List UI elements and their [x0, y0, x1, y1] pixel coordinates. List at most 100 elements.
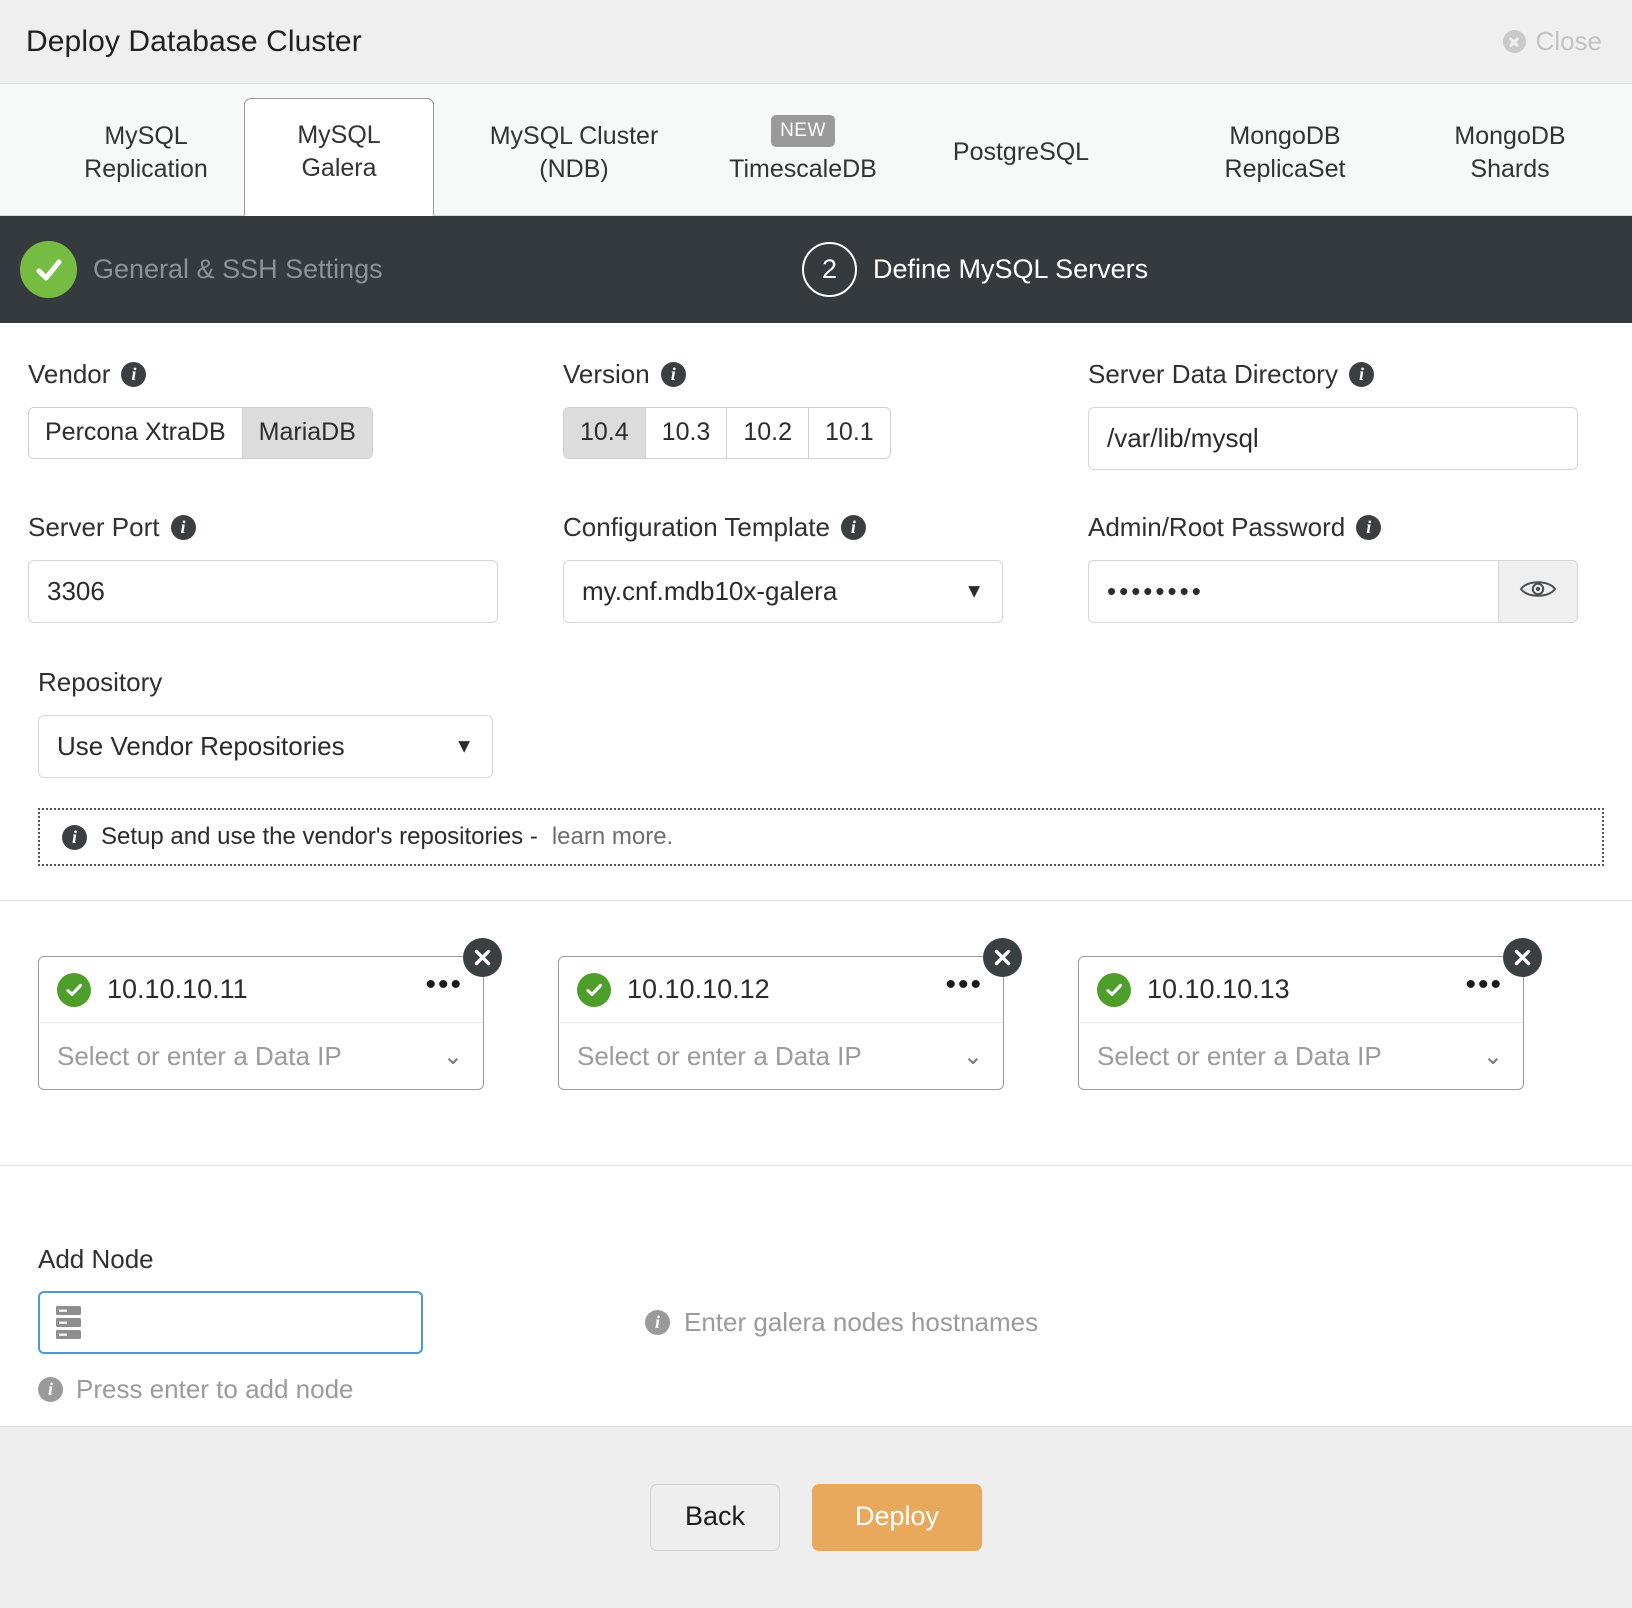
- node-card: 10.10.10.13 ••• Select or enter a Data I…: [1078, 938, 1542, 1090]
- field-server-port: Server Port i: [28, 512, 563, 623]
- tab-mysql-replication[interactable]: MySQL Replication: [56, 100, 236, 215]
- add-node-helper: i Press enter to add node: [38, 1374, 1604, 1405]
- info-icon[interactable]: i: [121, 362, 147, 387]
- step-general-ssh-settings[interactable]: General & SSH Settings: [20, 241, 383, 298]
- close-button[interactable]: Close: [1502, 26, 1602, 57]
- version-option-10-2[interactable]: 10.2: [727, 408, 810, 458]
- toggle-password-visibility-button[interactable]: [1498, 560, 1578, 623]
- step-number: 2: [802, 242, 857, 297]
- chevron-down-icon: ⌄: [1482, 1042, 1503, 1070]
- node-data-ip-select[interactable]: Select or enter a Data IP ⌄: [39, 1023, 483, 1089]
- version-label-row: Version i: [563, 359, 1062, 390]
- add-node-helper-text: Press enter to add node: [76, 1374, 354, 1404]
- vendor-label: Vendor: [28, 359, 111, 389]
- cluster-type-tabs: MySQL Replication MySQL Galera MySQL Clu…: [0, 84, 1632, 216]
- vendor-option-mariadb[interactable]: MariaDB: [242, 408, 372, 458]
- info-icon[interactable]: i: [1348, 362, 1374, 387]
- add-node-hint-text: Enter galera nodes hostnames: [684, 1307, 1039, 1337]
- tab-timescaledb[interactable]: NEW TimescaleDB: [708, 100, 898, 215]
- tab-label-line1: MongoDB: [1229, 121, 1341, 150]
- field-repository: Repository Use Vendor Repositories ▼: [0, 623, 1632, 778]
- remove-node-button[interactable]: [1503, 938, 1542, 977]
- tab-mongodb-replicaset[interactable]: MongoDB ReplicaSet: [1190, 100, 1380, 215]
- form-row-1: Vendor i Percona XtraDB MariaDB Version …: [0, 323, 1632, 470]
- info-icon[interactable]: i: [660, 362, 686, 387]
- node-options-menu-button[interactable]: •••: [945, 970, 983, 1002]
- info-icon: i: [62, 824, 87, 850]
- tab-label-line1: TimescaleDB: [729, 155, 877, 184]
- node-ip-label: 10.10.10.12: [627, 974, 770, 1004]
- info-icon[interactable]: i: [1356, 515, 1382, 540]
- step-define-mysql-servers[interactable]: 2 Define MySQL Servers: [802, 242, 1148, 297]
- node-card-header: 10.10.10.12 •••: [559, 957, 1003, 1023]
- info-icon[interactable]: i: [840, 515, 866, 540]
- chevron-down-icon: ⌄: [962, 1042, 983, 1070]
- vendor-segmented-control: Percona XtraDB MariaDB: [28, 407, 373, 459]
- config-template-label: Configuration Template: [563, 512, 830, 542]
- config-template-label-row: Configuration Template i: [563, 512, 1062, 543]
- version-label: Version: [563, 359, 650, 389]
- repository-select-wrap: Use Vendor Repositories ▼: [38, 715, 493, 778]
- info-icon: i: [645, 1310, 670, 1335]
- eye-icon: [1519, 576, 1557, 607]
- node-card: 10.10.10.11 ••• Select or enter a Data I…: [38, 938, 502, 1090]
- wizard-footer: Back Deploy: [0, 1426, 1632, 1608]
- node-options-menu-button[interactable]: •••: [425, 970, 463, 1002]
- check-icon: [20, 241, 77, 298]
- node-data-ip-select[interactable]: Select or enter a Data IP ⌄: [559, 1023, 1003, 1089]
- tab-label-line2: Shards: [1470, 155, 1550, 183]
- repository-notice: i Setup and use the vendor's repositorie…: [38, 808, 1604, 866]
- page-title: Deploy Database Cluster: [26, 24, 362, 58]
- tab-label-line1: MySQL Cluster: [489, 121, 659, 150]
- admin-password-group: [1088, 560, 1578, 623]
- remove-node-button[interactable]: [463, 938, 502, 977]
- back-button[interactable]: Back: [649, 1484, 780, 1551]
- field-configuration-template: Configuration Template i my.cnf.mdb10x-g…: [563, 512, 1088, 623]
- admin-password-label-row: Admin/Root Password i: [1088, 512, 1578, 543]
- vendor-label-row: Vendor i: [28, 359, 537, 390]
- server-data-directory-input[interactable]: [1088, 407, 1578, 470]
- node-options-menu-button[interactable]: •••: [1465, 970, 1503, 1002]
- add-node-input[interactable]: [38, 1291, 423, 1354]
- deploy-button[interactable]: Deploy: [811, 1484, 983, 1551]
- version-segmented-control: 10.4 10.3 10.2 10.1: [563, 407, 891, 459]
- repository-label: Repository: [38, 667, 163, 697]
- node-ip-label: 10.10.10.11: [107, 974, 248, 1004]
- node-data-ip-placeholder: Select or enter a Data IP: [57, 1040, 342, 1071]
- status-ok-icon: [1097, 972, 1131, 1007]
- remove-node-button[interactable]: [983, 938, 1022, 977]
- chevron-down-icon: ⌄: [442, 1042, 463, 1070]
- data-directory-label-row: Server Data Directory i: [1088, 359, 1578, 390]
- node-data-ip-placeholder: Select or enter a Data IP: [1097, 1040, 1382, 1071]
- tab-postgresql[interactable]: PostgreSQL: [926, 100, 1116, 215]
- tab-mysql-cluster-ndb[interactable]: MySQL Cluster (NDB): [474, 100, 674, 215]
- node-card-header: 10.10.10.13 •••: [1079, 957, 1523, 1023]
- wizard-body: Vendor i Percona XtraDB MariaDB Version …: [0, 323, 1632, 1405]
- version-option-10-4[interactable]: 10.4: [564, 408, 646, 458]
- version-option-10-3[interactable]: 10.3: [645, 408, 728, 458]
- close-button-label: Close: [1535, 26, 1602, 56]
- info-icon[interactable]: i: [170, 515, 196, 540]
- server-port-label: Server Port: [28, 512, 160, 542]
- field-version: Version i 10.4 10.3 10.2 10.1: [563, 359, 1088, 470]
- tab-mongodb-shards[interactable]: MongoDB Shards: [1420, 100, 1600, 215]
- vendor-option-percona[interactable]: Percona XtraDB: [29, 408, 243, 458]
- configuration-template-select[interactable]: my.cnf.mdb10x-galera: [563, 560, 1003, 623]
- tab-label-line2: ReplicaSet: [1224, 155, 1346, 183]
- wizard-stepbar: General & SSH Settings 2 Define MySQL Se…: [0, 216, 1632, 323]
- node-ip-label: 10.10.10.13: [1147, 974, 1290, 1004]
- tab-label-line1: MySQL: [104, 121, 188, 150]
- learn-more-link[interactable]: learn more.: [552, 823, 673, 851]
- node-card: 10.10.10.12 ••• Select or enter a Data I…: [558, 938, 1022, 1090]
- tab-label-line1: MySQL: [297, 120, 381, 149]
- server-port-input[interactable]: [28, 560, 498, 623]
- step-label: General & SSH Settings: [93, 254, 383, 284]
- version-option-10-1[interactable]: 10.1: [809, 408, 890, 458]
- repository-notice-text: Setup and use the vendor's repositories …: [101, 823, 538, 850]
- tab-label-line2: (NDB): [539, 155, 609, 183]
- node-card-header: 10.10.10.11 •••: [39, 957, 483, 1023]
- tab-mysql-galera[interactable]: MySQL Galera: [244, 98, 434, 216]
- repository-select[interactable]: Use Vendor Repositories: [38, 715, 493, 778]
- node-data-ip-select[interactable]: Select or enter a Data IP ⌄: [1079, 1023, 1523, 1089]
- admin-password-input[interactable]: [1088, 560, 1498, 623]
